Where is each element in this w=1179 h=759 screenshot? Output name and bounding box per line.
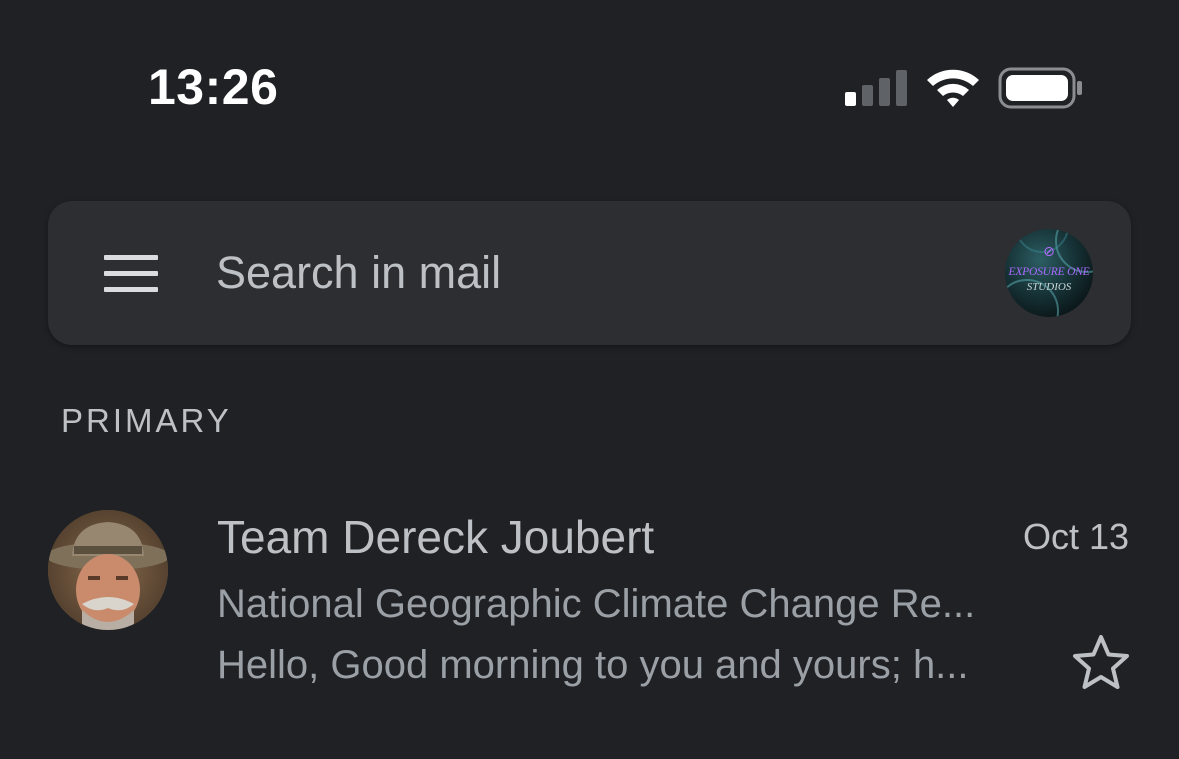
email-snippet: Hello, Good morning to you and yours; h.… — [217, 643, 969, 687]
email-sender: Team Dereck Joubert — [217, 511, 655, 563]
section-label-primary: PRIMARY — [61, 402, 232, 439]
studio-logo-icon: ⊘ — [1043, 243, 1055, 259]
hamburger-menu-icon[interactable] — [104, 253, 160, 293]
avatar-brand-line1: EXPOSURE ONE — [1008, 266, 1090, 278]
sender-avatar[interactable] — [48, 510, 168, 630]
account-avatar[interactable]: ⊘ EXPOSURE ONE STUDIOS — [1005, 229, 1093, 317]
email-date: Oct 13 — [1022, 516, 1129, 557]
status-bar: 13:26 — [0, 0, 1179, 180]
email-subject: National Geographic Climate Change Re... — [217, 582, 976, 626]
battery-icon — [998, 67, 1082, 109]
avatar-brand-line2: STUDIOS — [1026, 281, 1072, 293]
status-time: 13:26 — [148, 59, 279, 115]
sender-photo — [48, 510, 168, 630]
cellular-signal-icon — [845, 70, 907, 106]
star-outline-icon[interactable] — [1070, 632, 1132, 694]
email-list-item[interactable]: Team Dereck Joubert Oct 13 National Geog… — [0, 490, 1179, 720]
wifi-icon — [927, 69, 979, 107]
search-bar[interactable]: ⊘ EXPOSURE ONE STUDIOS — [48, 201, 1131, 345]
search-input[interactable] — [216, 241, 976, 305]
